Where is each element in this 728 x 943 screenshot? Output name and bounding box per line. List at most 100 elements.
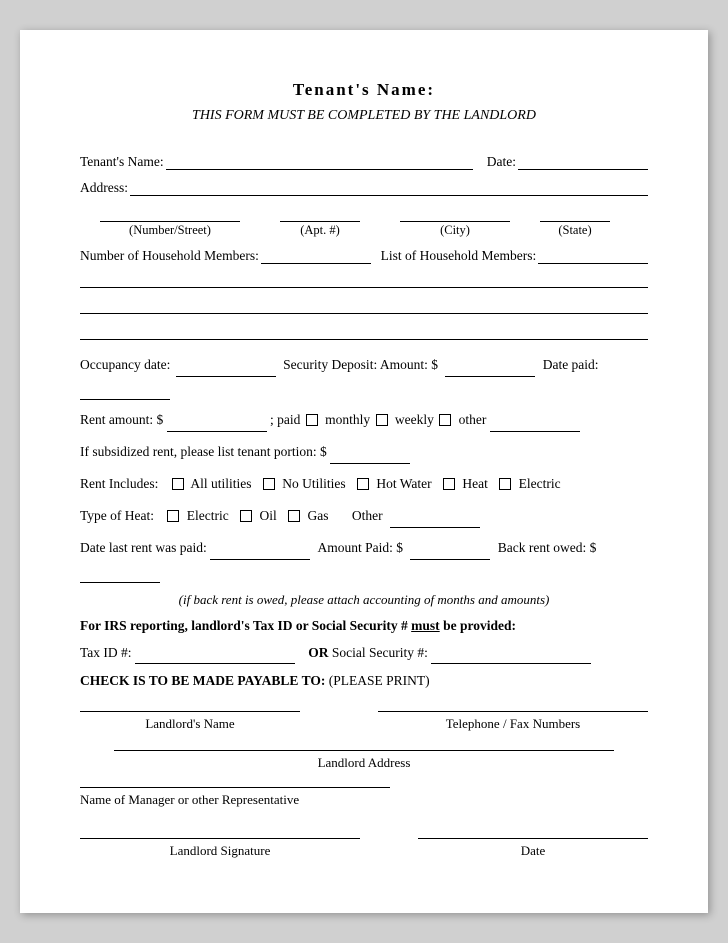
no-utilities-checkbox[interactable]: [263, 478, 275, 490]
apt-label: (Apt. #): [300, 223, 340, 238]
date-last-rent-field[interactable]: [210, 544, 310, 560]
security-deposit-label: Security Deposit: Amount: $: [283, 357, 438, 372]
list-members-label: List of Household Members:: [381, 248, 537, 264]
tax-id-field[interactable]: [135, 648, 295, 664]
other-field[interactable]: [490, 416, 580, 432]
italic-note: (if back rent is owed, please attach acc…: [80, 592, 648, 608]
heat-checkbox[interactable]: [443, 478, 455, 490]
landlords-name-line: [80, 711, 300, 712]
type-of-heat-label: Type of Heat:: [80, 508, 154, 523]
amount-paid-label: Amount Paid: $: [317, 540, 403, 555]
date-sign-group: Date: [418, 838, 648, 859]
electric-heat-checkbox[interactable]: [167, 510, 179, 522]
paid-label: ; paid: [270, 412, 300, 427]
tenants-name-field[interactable]: [166, 152, 473, 170]
rental-verification-form: Tenant's Name: THIS FORM MUST BE COMPLET…: [20, 30, 708, 913]
landlords-name-label: Landlord's Name: [145, 716, 234, 732]
list-members-field[interactable]: [538, 246, 648, 264]
state-field[interactable]: [540, 204, 610, 222]
subsidized-label: If subsidized rent, please list tenant p…: [80, 444, 327, 459]
date-paid-field[interactable]: [80, 384, 170, 400]
landlord-address-line: [114, 750, 614, 751]
weekly-checkbox[interactable]: [376, 414, 388, 426]
please-print-label: (PLEASE PRINT): [329, 673, 430, 688]
number-street-field[interactable]: [100, 204, 240, 222]
monthly-checkbox[interactable]: [306, 414, 318, 426]
city-group: (City): [400, 204, 510, 238]
weekly-label: weekly: [395, 412, 434, 427]
landlord-address-group: Landlord Address: [80, 750, 648, 771]
city-label: (City): [440, 223, 470, 238]
telephone-fax-line: [378, 711, 648, 712]
manager-group: Name of Manager or other Representative: [80, 787, 648, 808]
tenant-name-row: Tenant's Name: Date:: [80, 152, 648, 170]
landlord-name-phone-row: Landlord's Name Telephone / Fax Numbers: [80, 711, 648, 732]
other-heat-label: Other: [352, 508, 383, 523]
landlord-signature-label: Landlord Signature: [170, 843, 271, 859]
occupancy-row: Occupancy date: Security Deposit: Amount…: [80, 354, 648, 400]
landlord-signature-line: [80, 838, 360, 839]
date-sign-label: Date: [521, 843, 546, 859]
type-of-heat-row: Type of Heat: Electric Oil Gas Other: [80, 505, 648, 528]
amount-paid-field[interactable]: [410, 544, 490, 560]
gas-checkbox[interactable]: [288, 510, 300, 522]
landlord-signature-group: Landlord Signature: [80, 838, 360, 859]
form-title: Tenant's Name:: [80, 80, 648, 100]
oil-checkbox[interactable]: [240, 510, 252, 522]
rent-includes-label: Rent Includes:: [80, 476, 158, 491]
date-paid-label: Date paid:: [543, 357, 599, 372]
electric-label: Electric: [519, 476, 561, 491]
occupancy-date-field[interactable]: [176, 361, 276, 377]
all-utilities-checkbox[interactable]: [172, 478, 184, 490]
heat-label: Heat: [462, 476, 487, 491]
landlord-address-section: Landlord Address: [80, 750, 648, 771]
date-label: Date:: [487, 154, 516, 170]
manager-section: Name of Manager or other Representative: [80, 787, 648, 808]
blank-lines: [80, 270, 648, 340]
household-row: Number of Household Members: List of Hou…: [80, 246, 648, 264]
date-field[interactable]: [518, 152, 648, 170]
number-street-group: (Number/Street): [100, 204, 240, 238]
address-field[interactable]: [130, 178, 648, 196]
other-heat-field[interactable]: [390, 512, 480, 528]
number-street-label: (Number/Street): [129, 223, 211, 238]
rent-amount-row: Rent amount: $ ; paid monthly weekly oth…: [80, 409, 648, 432]
telephone-fax-label: Telephone / Fax Numbers: [446, 716, 580, 732]
rent-amount-field[interactable]: [167, 416, 267, 432]
landlords-name-group: Landlord's Name: [80, 711, 300, 732]
or-label: OR Social Security #:: [308, 645, 428, 660]
date-last-rent-label: Date last rent was paid:: [80, 540, 207, 555]
city-field[interactable]: [400, 204, 510, 222]
household-count-field[interactable]: [261, 246, 371, 264]
back-rent-label: Back rent owed: $: [498, 540, 597, 555]
back-rent-field[interactable]: [80, 567, 160, 583]
household-members-label: Number of Household Members:: [80, 248, 259, 264]
occupancy-label: Occupancy date:: [80, 357, 170, 372]
subsidized-field[interactable]: [330, 448, 410, 464]
other-checkbox[interactable]: [439, 414, 451, 426]
date-last-rent-row: Date last rent was paid: Amount Paid: $ …: [80, 537, 648, 583]
state-label: (State): [558, 223, 591, 238]
hot-water-checkbox[interactable]: [357, 478, 369, 490]
signature-section: Landlord's Name Telephone / Fax Numbers …: [80, 711, 648, 859]
subsidized-row: If subsidized rent, please list tenant p…: [80, 441, 648, 464]
tenants-name-label: Tenant's Name:: [80, 154, 164, 170]
date-sign-line: [418, 838, 648, 839]
all-utilities-label: All utilities: [190, 476, 251, 491]
gas-label: Gas: [308, 508, 329, 523]
apt-group: (Apt. #): [280, 204, 360, 238]
form-subtitle: THIS FORM MUST BE COMPLETED BY THE LANDL…: [80, 108, 648, 124]
apt-field[interactable]: [280, 204, 360, 222]
security-amount-field[interactable]: [445, 361, 535, 377]
other-label: other: [459, 412, 487, 427]
electric-heat-label: Electric: [187, 508, 229, 523]
blank-line-3: [80, 322, 648, 340]
oil-label: Oil: [260, 508, 277, 523]
social-security-field[interactable]: [431, 648, 591, 664]
address-sub-row: (Number/Street) (Apt. #) (City) (State): [80, 204, 648, 238]
no-utilities-label: No Utilities: [282, 476, 345, 491]
electric-checkbox[interactable]: [499, 478, 511, 490]
manager-label: Name of Manager or other Representative: [80, 792, 299, 808]
landlord-signature-row: Landlord Signature Date: [80, 838, 648, 859]
tax-id-row: Tax ID #: OR Social Security #:: [80, 642, 648, 665]
